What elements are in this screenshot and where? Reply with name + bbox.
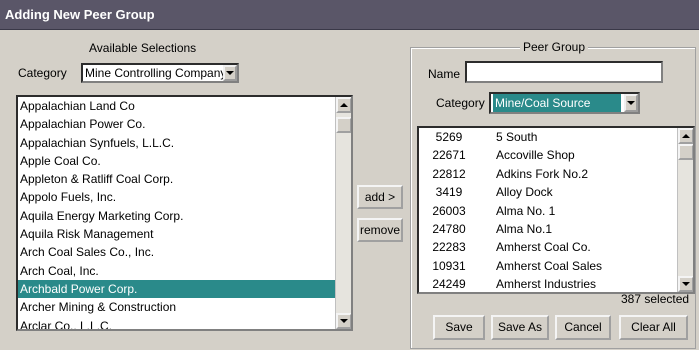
- peer-name: Alloy Dock: [496, 185, 553, 200]
- list-item[interactable]: Archbald Power Corp.: [18, 279, 335, 299]
- peer-id: 22812: [432, 166, 466, 181]
- table-row[interactable]: 26003 Alma No. 1: [419, 202, 677, 220]
- peer-id: 26003: [432, 203, 466, 218]
- arrow-down-icon: [682, 282, 690, 286]
- table-row[interactable]: 24249 Amherst Industries: [419, 275, 677, 292]
- add-button[interactable]: add >: [357, 185, 403, 209]
- window-title: Adding New Peer Group: [0, 0, 699, 30]
- peer-name: Adkins Fork No.2: [496, 166, 589, 181]
- table-row[interactable]: 24780 Alma No.1: [419, 220, 677, 238]
- peer-group-list[interactable]: 5269 5 South 22671 Accoville Shop 22812 Adkin…: [417, 126, 695, 294]
- scroll-down-button[interactable]: [678, 276, 693, 292]
- peer-name: Alma No.1: [496, 221, 553, 236]
- peer-name-label: Name: [428, 67, 461, 81]
- save-as-button[interactable]: Save As: [491, 315, 549, 340]
- scroll-down-button[interactable]: [336, 313, 351, 329]
- chevron-down-icon: [226, 71, 234, 75]
- save-button[interactable]: Save: [433, 315, 485, 340]
- dialog-body: Available Selections Category Mine Contr…: [0, 30, 699, 350]
- available-selections-heading: Available Selections: [89, 41, 197, 55]
- peer-id: 24249: [432, 277, 466, 292]
- list-item[interactable]: Aquila Risk Management: [18, 225, 335, 243]
- peer-id: 5269: [435, 130, 463, 144]
- peer-name-field[interactable]: [465, 61, 663, 83]
- peer-group-rows: 5269 5 South 22671 Accoville Shop 22812 Adkin…: [419, 128, 677, 292]
- peer-name: Amherst Coal Sales: [496, 258, 603, 273]
- clear-all-button[interactable]: Clear All: [619, 315, 688, 340]
- list-item[interactable]: Appalachian Synfuels, L.L.C.: [18, 134, 335, 152]
- arrow-up-icon: [682, 134, 690, 138]
- table-row[interactable]: 10931 Amherst Coal Sales: [419, 257, 677, 275]
- cancel-button[interactable]: Cancel: [555, 315, 611, 340]
- list-item[interactable]: Aquila Energy Marketing Corp.: [18, 207, 335, 225]
- peer-id: 22283: [432, 240, 466, 255]
- peer-category-value: Mine/Coal Source: [493, 94, 621, 112]
- list-item[interactable]: Arclar Co., L.L.C.: [18, 317, 335, 329]
- peer-name-value: [467, 65, 470, 79]
- list-item[interactable]: Appalachian Land Co: [18, 97, 335, 115]
- list-item[interactable]: Appolo Fuels, Inc.: [18, 188, 335, 206]
- scroll-thumb[interactable]: [678, 144, 693, 160]
- peer-name: Amherst Industries: [496, 277, 597, 292]
- arrow-down-icon: [340, 319, 348, 323]
- available-list-scrollbar[interactable]: [335, 97, 351, 329]
- list-item[interactable]: Appalachian Power Co.: [18, 115, 335, 133]
- peer-name: 5 South: [496, 130, 538, 144]
- available-category-label: Category: [18, 66, 67, 80]
- scroll-up-button[interactable]: [336, 97, 351, 113]
- list-item[interactable]: Arch Coal Sales Co., Inc.: [18, 243, 335, 261]
- list-item[interactable]: Apple Coal Co.: [18, 152, 335, 170]
- list-item[interactable]: Archer Mining & Construction: [18, 298, 335, 316]
- selected-count: 387 selected: [621, 292, 690, 306]
- peer-name: Alma No. 1: [496, 203, 556, 218]
- peer-id: 3419: [435, 185, 463, 200]
- available-list-items: Appalachian Land Co Appalachian Power Co.…: [18, 97, 335, 329]
- peer-id: 24780: [432, 221, 466, 236]
- chevron-down-icon: [627, 101, 635, 105]
- peer-id: 22671: [432, 148, 466, 163]
- available-category-select[interactable]: Mine Controlling Company: [81, 63, 239, 83]
- available-list[interactable]: Appalachian Land Co Appalachian Power Co.…: [16, 95, 353, 331]
- table-row[interactable]: 3419 Alloy Dock: [419, 183, 677, 201]
- arrow-up-icon: [340, 103, 348, 107]
- peer-category-label: Category: [436, 96, 485, 110]
- peer-category-select[interactable]: Mine/Coal Source: [489, 92, 640, 114]
- peer-name: Amherst Coal Co.: [496, 240, 591, 255]
- peer-id: 10931: [432, 258, 466, 273]
- peer-group-heading: Peer Group: [520, 40, 589, 54]
- remove-button[interactable]: remove: [357, 218, 403, 242]
- peer-category-dropdown-button[interactable]: [624, 94, 638, 112]
- table-row[interactable]: 5269 5 South: [419, 128, 677, 146]
- available-category-dropdown-button[interactable]: [223, 65, 237, 81]
- peer-name: Accoville Shop: [496, 148, 575, 163]
- table-row[interactable]: 22671 Accoville Shop: [419, 146, 677, 164]
- table-row[interactable]: 22283 Amherst Coal Co.: [419, 238, 677, 256]
- available-category-value: Mine Controlling Company: [85, 66, 223, 80]
- table-row[interactable]: 22812 Adkins Fork No.2: [419, 165, 677, 183]
- scroll-thumb[interactable]: [336, 117, 351, 133]
- list-item[interactable]: Appleton & Ratliff Coal Corp.: [18, 170, 335, 188]
- list-item[interactable]: Arch Coal, Inc.: [18, 262, 335, 280]
- peer-list-scrollbar[interactable]: [677, 128, 693, 292]
- scroll-up-button[interactable]: [678, 128, 693, 144]
